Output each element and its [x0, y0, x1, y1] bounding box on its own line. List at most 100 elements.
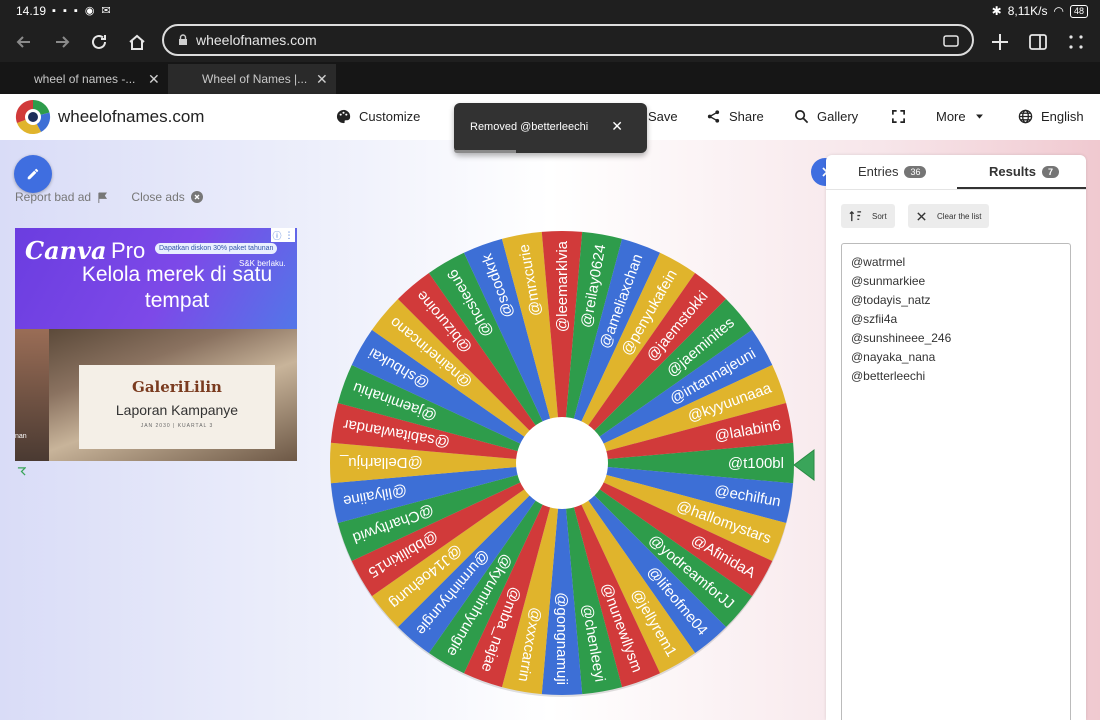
reload-icon[interactable]	[85, 28, 113, 56]
close-icon	[917, 211, 926, 221]
tab-results[interactable]: Results 7	[989, 164, 1059, 179]
toast-message: Removed @betterleechi	[470, 121, 589, 133]
fullscreen-icon	[892, 110, 905, 123]
result-item: @szfii4a	[851, 312, 898, 326]
toast-notification: Removed @betterleechi ✕	[454, 103, 647, 153]
clear-list-button[interactable]: Clear the list	[908, 204, 990, 228]
close-icon[interactable]: ✕	[611, 118, 623, 135]
result-item: @nayaka_nana	[851, 350, 936, 364]
close-tab-icon[interactable]: ✕	[316, 71, 328, 88]
result-item: @watrmel	[851, 255, 906, 269]
save-button[interactable]: Save	[648, 109, 678, 124]
close-ads-label: Close ads	[131, 190, 185, 204]
url-text: wheelofnames.com	[196, 32, 317, 48]
wheel-entry-label: @leemarklvia	[554, 240, 571, 332]
language-label: English	[1041, 109, 1084, 124]
lock-icon	[179, 34, 187, 45]
bluetooth-icon: ✱	[991, 4, 1002, 18]
wheel-entry-label: @gongnamuji	[553, 592, 570, 685]
wheel-entry-label: @Dellarhju_	[339, 454, 422, 471]
spin-wheel[interactable]: @t100bl@echilfun@hallomystars@AfinidaA@y…	[327, 228, 797, 698]
ad-promo: Dapatkan diskon 30% paket tahunan	[155, 243, 278, 254]
sort-button[interactable]: Sort	[841, 204, 895, 228]
share-button[interactable]: Share	[706, 109, 764, 124]
customize-button[interactable]: Customize	[336, 109, 420, 124]
clear-list-label: Clear the list	[937, 211, 982, 221]
back-icon[interactable]	[10, 28, 38, 56]
site-title[interactable]: wheelofnames.com	[58, 107, 204, 127]
entries-tab-label: Entries	[858, 164, 899, 179]
toast-progress	[454, 150, 516, 153]
ad-brand-suffix: Pro	[111, 238, 146, 263]
report-ad-link[interactable]: Report bad ad	[15, 190, 108, 204]
result-item: @betterleechi	[851, 369, 926, 383]
adchoices-icon[interactable]	[17, 467, 26, 476]
network-speed: 8,11K/s	[1007, 4, 1048, 18]
forward-icon[interactable]	[48, 28, 76, 56]
wheel-logo-icon[interactable]	[15, 99, 51, 135]
tab-title: Wheel of Names |...	[202, 72, 308, 86]
search-icon	[795, 110, 809, 124]
ad-info-icon[interactable]: ⓘ ⋮	[271, 228, 295, 242]
close-tab-icon[interactable]: ✕	[148, 71, 160, 88]
report-ad-label: Report bad ad	[15, 190, 92, 204]
edit-button[interactable]	[14, 155, 52, 193]
entries-results-panel: Entries 36 Results 7 Sort Clear the list…	[826, 155, 1086, 720]
tab-entries[interactable]: Entries 36	[858, 164, 927, 179]
gallery-label: Gallery	[817, 109, 859, 124]
entries-count-badge: 36	[904, 165, 927, 178]
share-label: Share	[729, 109, 764, 124]
status-bar: 14.19 ▪ ▪ ▪ ◉ ✉ ✱ 8,11K/s ◠ 48	[0, 0, 1100, 22]
sidebar-toggle-icon[interactable]	[1024, 28, 1052, 56]
wheel-container[interactable]: @t100bl @echilfun @hallomystars @AfinidaA @y…	[327, 228, 797, 698]
result-item: @sunshineee_246	[851, 331, 952, 345]
tab-title: wheel of names -...	[34, 72, 136, 86]
more-label: More	[936, 109, 966, 124]
share-icon	[707, 110, 720, 123]
browser-toolbar: wheelofnames.com	[0, 22, 1100, 62]
screen-cast-icon[interactable]	[942, 32, 960, 50]
sort-label: Sort	[872, 211, 887, 221]
ad-brand: Canva	[25, 236, 107, 265]
wheel-pointer-icon	[793, 449, 815, 481]
ad-tagline: Kelola merek di satu tempat	[81, 263, 273, 312]
result-item: @sunmarkiee	[851, 274, 926, 288]
result-item: @todayis_natz	[851, 293, 931, 307]
fullscreen-button[interactable]	[891, 109, 906, 124]
customize-label: Customize	[359, 109, 421, 124]
address-bar[interactable]: wheelofnames.com	[162, 24, 974, 56]
ad-links: Report bad ad Close ads	[15, 190, 203, 204]
new-tab-icon[interactable]	[986, 28, 1014, 56]
advertisement-banner[interactable]: Canva Pro Dapatkan diskon 30% paket tahu…	[15, 228, 297, 461]
wheel-center[interactable]	[516, 417, 608, 509]
active-tab-indicator	[957, 187, 1086, 189]
ad-photo-left	[15, 329, 49, 461]
gallery-button[interactable]: Gallery	[794, 109, 858, 124]
flag-icon	[98, 191, 108, 203]
ad-card-title: Laporan Kampanye	[115, 402, 239, 418]
pencil-icon	[27, 168, 39, 180]
save-label: Save	[648, 109, 678, 124]
tab-strip: wheel of names -... ✕ Wheel of Names |..…	[0, 62, 1100, 94]
close-ads-link[interactable]: Close ads	[131, 190, 203, 204]
notification-icons: ▪ ▪ ▪ ◉ ✉	[52, 5, 113, 17]
tab-divider	[826, 189, 1086, 190]
results-count-badge: 7	[1041, 165, 1059, 178]
ad-side-text: nan	[15, 433, 27, 440]
more-button[interactable]: More	[936, 109, 985, 124]
ad-card-brand: GaleriLilin	[132, 378, 222, 396]
browser-tab-1[interactable]: wheel of names -... ✕	[0, 64, 168, 94]
sort-icon	[849, 210, 862, 221]
browser-tab-2[interactable]: Wheel of Names |... ✕	[168, 64, 336, 94]
close-circle-icon	[190, 191, 203, 203]
chevron-down-icon	[975, 114, 983, 119]
results-textarea[interactable]: @watrmel @sunmarkiee @todayis_natz @szfi…	[841, 243, 1071, 720]
wheel-entry-label: @t100bl	[728, 455, 784, 472]
language-button[interactable]: English	[1018, 109, 1084, 124]
menu-grid-icon[interactable]	[1062, 28, 1090, 56]
ad-card: GaleriLilin Laporan Kampanye JAN 2030 | …	[79, 365, 275, 449]
globe-icon	[1018, 109, 1033, 124]
home-icon[interactable]	[123, 28, 151, 56]
ad-card-sub: JAN 2030 | KUARTAL 3	[140, 423, 214, 429]
palette-icon	[336, 109, 351, 124]
